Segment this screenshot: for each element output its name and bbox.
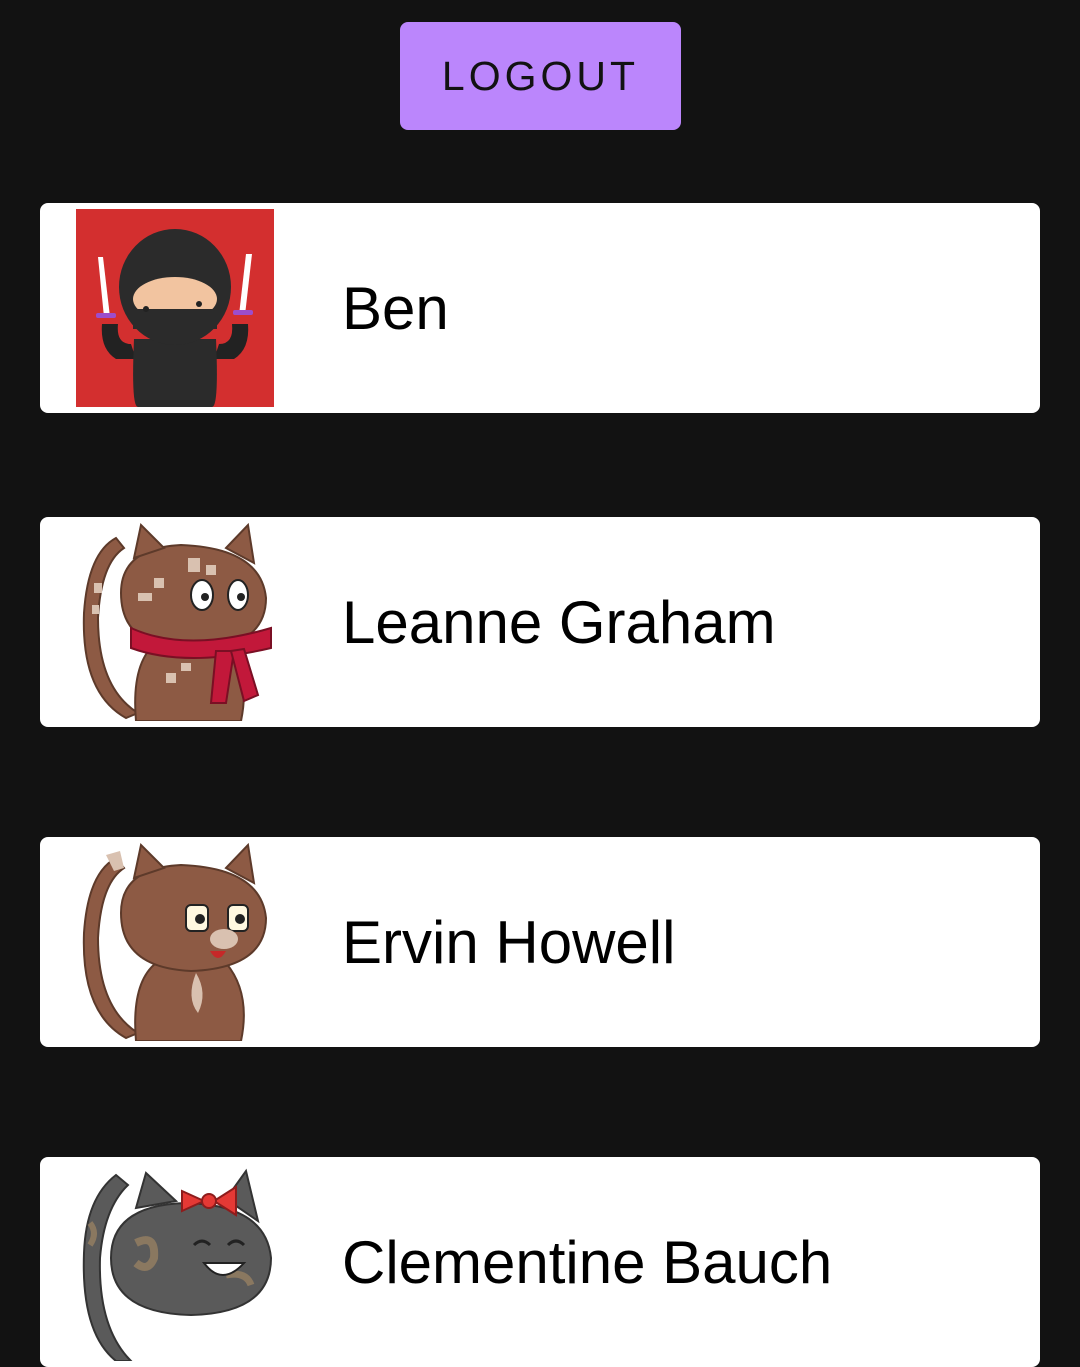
user-card[interactable]: Leanne Graham	[40, 517, 1040, 727]
logout-button[interactable]: LOGOUT	[400, 22, 681, 130]
user-name: Ervin Howell	[342, 908, 676, 976]
brown-cat-avatar-icon	[76, 843, 274, 1041]
gray-cat-with-bow-avatar-icon	[76, 1163, 274, 1361]
cat-with-scarf-avatar-icon	[76, 523, 274, 721]
ninja-avatar-icon	[76, 209, 274, 407]
user-name: Leanne Graham	[342, 588, 776, 656]
user-name: Ben	[342, 274, 449, 342]
user-name: Clementine Bauch	[342, 1228, 833, 1296]
user-card[interactable]: Clementine Bauch	[40, 1157, 1040, 1367]
user-card[interactable]: Ervin Howell	[40, 837, 1040, 1047]
user-card[interactable]: Ben	[40, 203, 1040, 413]
